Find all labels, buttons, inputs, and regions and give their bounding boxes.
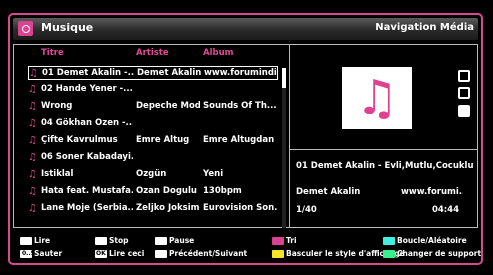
track-row[interactable]: ♫ 02 Hande Yener -... bbox=[28, 83, 278, 97]
track-title: Hata feat. Mustafa... bbox=[41, 186, 133, 196]
track-album: Emre Altugdan bbox=[203, 135, 275, 145]
track-album: Yeni bbox=[203, 169, 224, 179]
track-row[interactable]: ♫ Çifte Kavrulmus Emre Altug Emre Altugd… bbox=[28, 134, 278, 148]
legend-loop-shuffle: Boucle/Aléatoire bbox=[397, 236, 467, 245]
music-note-icon: ♫ bbox=[28, 101, 37, 112]
panel-divider bbox=[289, 44, 290, 228]
cyan-key-icon bbox=[383, 237, 395, 245]
now-playing-artist: Demet Akalin bbox=[296, 187, 361, 197]
track-title: Lane Moje (Serbia... bbox=[41, 203, 133, 213]
track-row[interactable]: ♫ 06 Soner Kabadayi... bbox=[28, 151, 278, 165]
music-note-icon: ♫ bbox=[28, 84, 37, 95]
legend-play: Lire bbox=[34, 236, 51, 245]
track-title: Wrong bbox=[41, 101, 73, 111]
track-duration: 04:44 bbox=[431, 205, 459, 215]
scrollbar-thumb[interactable] bbox=[282, 68, 286, 88]
legend-jump: Sauter bbox=[34, 249, 63, 258]
track-title: 02 Hande Yener -... bbox=[41, 84, 133, 94]
green-key-icon bbox=[383, 250, 395, 258]
track-row[interactable]: ♫ 04 Gökhan Özen -... bbox=[28, 117, 278, 131]
yellow-key-icon bbox=[272, 250, 284, 258]
now-playing-album: www.forumi... bbox=[401, 187, 463, 197]
track-list-scrollbar[interactable] bbox=[282, 68, 286, 228]
music-note-icon: ♫ bbox=[28, 203, 37, 214]
app-title: Musique bbox=[41, 21, 94, 34]
track-row[interactable]: ♫ Hata feat. Mustafa... Ozan Dogulu 130b… bbox=[28, 185, 278, 199]
column-header-title: Titre bbox=[41, 48, 64, 58]
play-key-icon bbox=[20, 237, 32, 245]
music-app-icon bbox=[18, 21, 33, 36]
now-playing-title: 01 Demet Akalin - Evli,Mutlu,Cocuklu bbox=[296, 161, 474, 171]
ok-key-label: OK bbox=[96, 250, 106, 257]
title-bar: Musique Navigation Média bbox=[13, 18, 478, 40]
track-title: 01 Demet Akalin -... bbox=[42, 68, 134, 78]
red-key-icon bbox=[272, 237, 284, 245]
music-note-icon: ♫ bbox=[28, 169, 37, 180]
info-divider bbox=[290, 149, 478, 150]
track-album: Eurovision Son... bbox=[203, 203, 278, 213]
number-key-label: 0..9 bbox=[22, 250, 35, 257]
track-title: Çifte Kavrulmus bbox=[41, 135, 118, 145]
track-title: Istiklal bbox=[41, 169, 74, 179]
track-row[interactable]: ♫ Wrong Depeche Mode Sounds Of Th... bbox=[28, 100, 278, 114]
track-count: 1/40 bbox=[296, 205, 317, 215]
shuffle-icon[interactable] bbox=[458, 87, 470, 99]
track-title: 04 Gökhan Özen -... bbox=[41, 118, 133, 128]
legend-change-source: Changer de support bbox=[397, 249, 482, 258]
track-row[interactable]: ♫ Lane Moje (Serbia... Zeljko Joksimo...… bbox=[28, 202, 278, 216]
track-album: Sounds Of Th... bbox=[203, 101, 277, 111]
track-artist: Depeche Mode bbox=[136, 101, 200, 111]
track-title: 06 Soner Kabadayi... bbox=[41, 152, 133, 162]
track-artist: Demet Akalin bbox=[137, 68, 201, 78]
media-browser-window: Musique Navigation Média Titre Artiste A… bbox=[8, 13, 483, 265]
album-art-icon: ♫ bbox=[342, 67, 412, 129]
column-header-album: Album bbox=[203, 48, 234, 58]
track-artist: Emre Altug bbox=[136, 135, 190, 145]
navigation-title: Navigation Média bbox=[375, 22, 474, 33]
stop-key-icon bbox=[95, 237, 107, 245]
legend-sort: Tri bbox=[286, 236, 297, 245]
track-artist: Özgün bbox=[136, 169, 167, 179]
legend-play-this: Lire ceci bbox=[109, 249, 145, 258]
legend-stop: Stop bbox=[109, 236, 129, 245]
music-note-icon: ♫ bbox=[28, 152, 37, 163]
repeat-icon[interactable] bbox=[458, 70, 470, 82]
music-note-icon: ♫ bbox=[28, 186, 37, 197]
legend-pause: Pause bbox=[169, 236, 195, 245]
music-note-icon: ♫ bbox=[28, 118, 37, 129]
legend-prev-next: Précédent/Suivant bbox=[169, 249, 248, 258]
track-album: www.forumindi... bbox=[204, 68, 277, 78]
column-header-artist: Artiste bbox=[136, 48, 169, 58]
track-row-selected[interactable]: ♫ 01 Demet Akalin -... Demet Akalin www.… bbox=[28, 66, 278, 80]
track-artist: Ozan Dogulu bbox=[136, 186, 197, 196]
track-artist: Zeljko Joksimo... bbox=[136, 203, 200, 213]
prev-next-key-icon bbox=[155, 250, 167, 258]
music-note-icon: ♫ bbox=[28, 135, 37, 146]
track-row[interactable]: ♫ Istiklal Özgün Yeni bbox=[28, 168, 278, 182]
track-album: 130bpm bbox=[203, 186, 242, 196]
pause-key-icon bbox=[155, 237, 167, 245]
stop-icon[interactable] bbox=[458, 105, 470, 117]
music-note-icon: ♫ bbox=[29, 68, 38, 79]
